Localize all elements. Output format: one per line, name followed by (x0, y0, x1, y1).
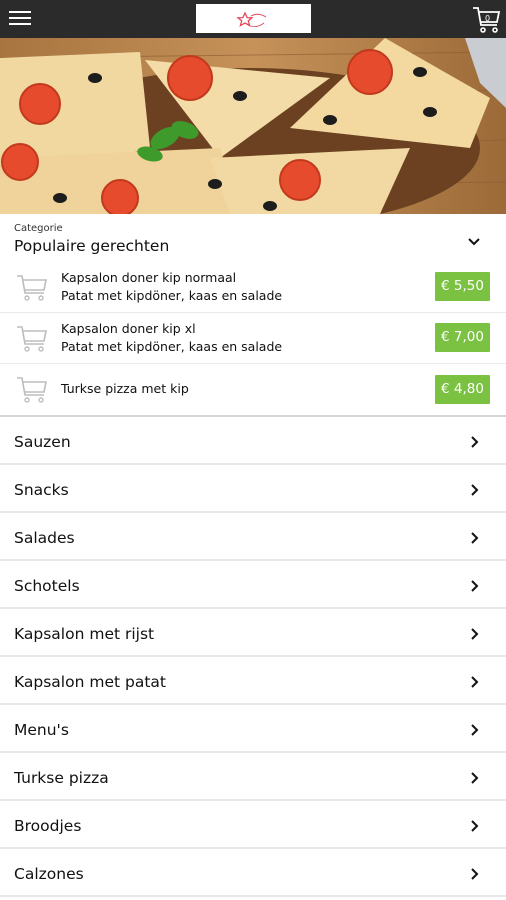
divider (0, 511, 506, 513)
divider (0, 751, 506, 753)
chevron-right-icon (471, 676, 479, 688)
category-label: Salades (14, 529, 75, 547)
add-to-cart-icon[interactable] (16, 273, 48, 301)
add-to-cart-icon[interactable] (16, 324, 48, 352)
category-label: Menu's (14, 721, 69, 739)
divider (0, 559, 506, 561)
category-row-calzones[interactable]: Calzones (0, 850, 506, 897)
item-description: Patat met kipdöner, kaas en salade (61, 288, 283, 303)
category-row-kapsalon-met-patat[interactable]: Kapsalon met patat (0, 658, 506, 705)
cart-button[interactable]: 0 (472, 5, 502, 35)
divider (0, 799, 506, 801)
category-label: Snacks (14, 481, 69, 499)
category-label: Broodjes (14, 817, 82, 835)
divider (0, 655, 506, 657)
price-button[interactable]: € 4,80 (435, 375, 490, 404)
category-title: Populaire gerechten (14, 237, 170, 255)
add-to-cart-icon[interactable] (16, 375, 48, 403)
chevron-right-icon (471, 820, 479, 832)
star-logo-icon (236, 11, 254, 27)
category-label: Turkse pizza (14, 769, 109, 787)
item-description: Patat met kipdöner, kaas en salade (61, 339, 283, 354)
chevron-right-icon (471, 436, 479, 448)
divider (0, 463, 506, 465)
divider (0, 847, 506, 849)
chevron-right-icon (471, 580, 479, 592)
chevron-right-icon (471, 628, 479, 640)
chevron-right-icon (471, 484, 479, 496)
category-row-snacks[interactable]: Snacks (0, 466, 506, 513)
divider (0, 895, 506, 897)
price-button[interactable]: € 5,50 (435, 272, 490, 301)
cart-count-badge: 0 (484, 14, 491, 23)
category-label: Calzones (14, 865, 84, 883)
category-caption: Categorie (14, 223, 63, 234)
category-label: Sauzen (14, 433, 71, 451)
chevron-right-icon (471, 772, 479, 784)
category-label: Kapsalon met rijst (14, 625, 155, 643)
section-divider (0, 415, 506, 417)
popular-dishes-header[interactable]: Categorie Populaire gerechten (0, 214, 506, 262)
category-row-turkse-pizza[interactable]: Turkse pizza (0, 754, 506, 801)
chevron-down-icon[interactable] (466, 234, 482, 250)
category-row-salades[interactable]: Salades (0, 514, 506, 561)
hero-pizza-image (0, 38, 506, 214)
top-app-bar: 0 (0, 0, 506, 38)
divider (0, 703, 506, 705)
popular-item[interactable]: Kapsalon doner kip normaal Patat met kip… (0, 262, 506, 313)
chevron-right-icon (471, 868, 479, 880)
item-name: Kapsalon doner kip normaal (61, 270, 237, 285)
category-label: Schotels (14, 577, 80, 595)
restaurant-logo[interactable] (196, 4, 311, 33)
category-row-schotels[interactable]: Schotels (0, 562, 506, 609)
category-row-kapsalon-met-rijst[interactable]: Kapsalon met rijst (0, 610, 506, 657)
price-button[interactable]: € 7,00 (435, 323, 490, 352)
category-row-menus[interactable]: Menu's (0, 706, 506, 753)
popular-item[interactable]: Turkse pizza met kip € 4,80 (0, 364, 506, 415)
item-name: Turkse pizza met kip (61, 381, 189, 396)
divider (0, 607, 506, 609)
category-label: Kapsalon met patat (14, 673, 166, 691)
popular-item[interactable]: Kapsalon doner kip xl Patat met kipdöner… (0, 313, 506, 364)
category-row-broodjes[interactable]: Broodjes (0, 802, 506, 849)
chevron-right-icon (471, 724, 479, 736)
category-row-sauzen[interactable]: Sauzen (0, 418, 506, 465)
hamburger-menu-icon[interactable] (9, 11, 31, 27)
chevron-right-icon (471, 532, 479, 544)
item-name: Kapsalon doner kip xl (61, 321, 196, 336)
